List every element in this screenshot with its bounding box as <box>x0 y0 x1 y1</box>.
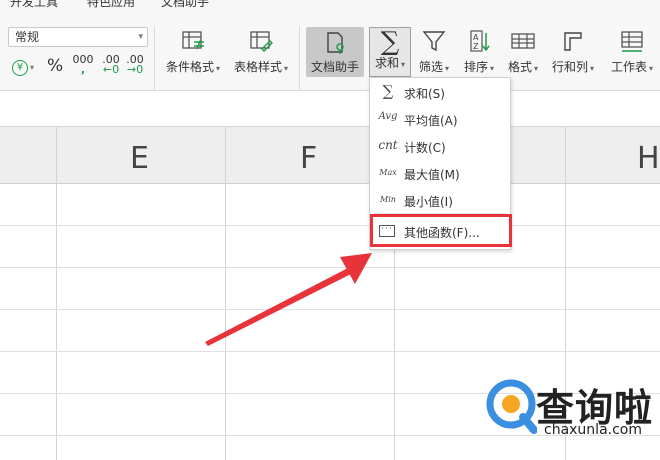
arrow-shaft <box>205 268 351 346</box>
watermark-domain: chaxunla.com <box>544 422 642 438</box>
arrow-head <box>340 253 372 284</box>
chaxunla-logo-icon <box>486 379 537 434</box>
